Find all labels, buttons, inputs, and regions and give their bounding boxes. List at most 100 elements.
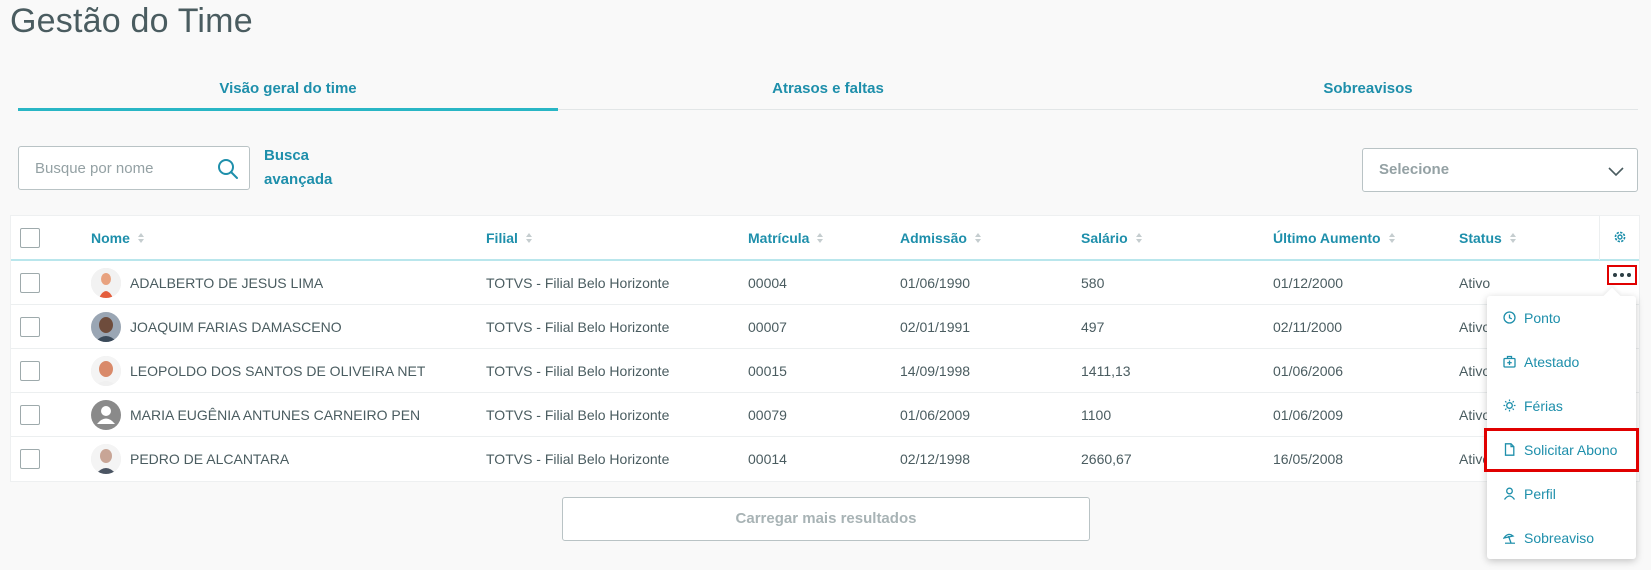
avatar: [91, 356, 121, 386]
avatar: [91, 444, 121, 474]
cell-ultimo-aumento: 01/12/2000: [1273, 275, 1344, 291]
table-row: LEOPOLDO DOS SANTOS DE OLIVEIRA NET TOTV…: [11, 349, 1639, 393]
cell-salario: 1411,13: [1081, 363, 1131, 379]
select-all-checkbox[interactable]: [20, 228, 40, 248]
medical-kit-icon: [1503, 355, 1516, 368]
avatar: [91, 312, 121, 342]
cell-filial: TOTVS - Filial Belo Horizonte: [486, 451, 670, 467]
col-header-nome[interactable]: Nome: [91, 216, 144, 260]
row-actions-button[interactable]: [1607, 265, 1637, 285]
cell-admissao: 01/06/2009: [900, 407, 971, 423]
cell-salario: 1100: [1081, 407, 1112, 423]
employee-table: Nome Filial Matrícula Admissão Salário Ú…: [10, 215, 1640, 482]
cell-ultimo-aumento: 02/11/2000: [1273, 319, 1343, 335]
gear-icon: [1614, 231, 1626, 243]
menu-item-label: Férias: [1524, 398, 1563, 414]
page-title: Gestão do Time: [10, 2, 253, 40]
table-row: PEDRO DE ALCANTARA TOTVS - Filial Belo H…: [11, 437, 1639, 481]
menu-item-label: Atestado: [1524, 354, 1580, 370]
col-header-admissao[interactable]: Admissão: [900, 216, 981, 260]
table-row: ADALBERTO DE JESUS LIMA TOTVS - Filial B…: [11, 261, 1639, 305]
menu-item-sobreaviso[interactable]: Sobreaviso: [1487, 516, 1636, 560]
chevron-down-icon: [1608, 167, 1624, 177]
dot-icon: [1627, 273, 1631, 277]
row-checkbox[interactable]: [20, 317, 40, 337]
menu-item-label: Perfil: [1524, 486, 1556, 502]
cell-ultimo-aumento: 01/06/2009: [1273, 407, 1344, 423]
cell-filial: TOTVS - Filial Belo Horizonte: [486, 275, 670, 291]
cell-nome: LEOPOLDO DOS SANTOS DE OLIVEIRA NET: [130, 363, 426, 379]
sort-icon: [817, 233, 824, 244]
load-more-button[interactable]: Carregar mais resultados: [562, 497, 1090, 541]
menu-item-atestado[interactable]: Atestado: [1487, 340, 1636, 384]
cell-salario: 580: [1081, 275, 1105, 291]
menu-item-label: Ponto: [1524, 310, 1561, 326]
cell-matricula: 00015: [748, 363, 787, 379]
sort-icon: [525, 233, 532, 244]
search-box: [18, 146, 250, 190]
col-header-matricula[interactable]: Matrícula: [748, 216, 824, 260]
cell-ultimo-aumento: 01/06/2006: [1273, 363, 1344, 379]
table-row: JOAQUIM FARIAS DAMASCENO TOTVS - Filial …: [11, 305, 1639, 349]
cell-admissao: 01/06/1990: [900, 275, 971, 291]
document-icon: [1504, 443, 1515, 456]
row-checkbox[interactable]: [20, 405, 40, 425]
sort-icon: [1135, 233, 1142, 244]
search-icon[interactable]: [217, 158, 239, 180]
col-header-status[interactable]: Status: [1459, 216, 1516, 260]
cell-nome: JOAQUIM FARIAS DAMASCENO: [130, 319, 342, 335]
sort-icon: [1509, 233, 1516, 244]
user-icon: [1503, 487, 1516, 500]
filter-select-value: Selecione: [1379, 161, 1450, 178]
col-header-ultimo-aumento[interactable]: Último Aumento: [1273, 216, 1395, 260]
advanced-search-link[interactable]: Busca avançada: [264, 144, 354, 192]
tab-visao-geral[interactable]: Visão geral do time: [18, 70, 558, 111]
cell-admissao: 02/12/1998: [900, 451, 971, 467]
cell-ultimo-aumento: 16/05/2008: [1273, 451, 1344, 467]
row-checkbox[interactable]: [20, 449, 40, 469]
cell-matricula: 00007: [748, 319, 787, 335]
tab-sobreavisos[interactable]: Sobreavisos: [1098, 70, 1638, 109]
menu-item-perfil[interactable]: Perfil: [1487, 472, 1636, 516]
cell-filial: TOTVS - Filial Belo Horizonte: [486, 363, 670, 379]
cell-status: Ativo: [1459, 275, 1491, 291]
cell-filial: TOTVS - Filial Belo Horizonte: [486, 319, 670, 335]
dot-icon: [1620, 273, 1624, 277]
col-header-filial[interactable]: Filial: [486, 216, 532, 260]
sun-icon: [1503, 399, 1516, 412]
search-input[interactable]: [19, 147, 209, 189]
table-settings-button[interactable]: [1599, 216, 1639, 260]
advanced-search-line1: Busca: [264, 147, 310, 164]
table-row: MARIA EUGÊNIA ANTUNES CARNEIRO PEN TOTVS…: [11, 393, 1639, 437]
menu-item-ponto[interactable]: Ponto: [1487, 296, 1636, 340]
sort-icon: [1388, 233, 1395, 244]
menu-item-ferias[interactable]: Férias: [1487, 384, 1636, 428]
tab-bar: Visão geral do time Atrasos e faltas Sob…: [18, 70, 1638, 111]
beach-icon: [1503, 533, 1515, 544]
table-header: Nome Filial Matrícula Admissão Salário Ú…: [11, 216, 1639, 261]
user-placeholder-icon: [97, 406, 115, 424]
cell-matricula: 00079: [748, 407, 787, 423]
filter-select[interactable]: Selecione: [1362, 148, 1638, 192]
cell-admissao: 14/09/1998: [900, 363, 971, 379]
cell-status: Ativo: [1459, 319, 1491, 335]
row-checkbox[interactable]: [20, 273, 40, 293]
cell-nome: ADALBERTO DE JESUS LIMA: [130, 275, 324, 291]
advanced-search-line2: avançada: [264, 171, 333, 188]
avatar: [91, 268, 121, 298]
cell-nome: MARIA EUGÊNIA ANTUNES CARNEIRO PEN: [130, 407, 421, 423]
cell-admissao: 02/01/1991: [900, 319, 971, 335]
tab-atrasos-faltas[interactable]: Atrasos e faltas: [558, 70, 1098, 109]
menu-item-solicitar-abono[interactable]: Solicitar Abono: [1484, 428, 1639, 472]
cell-matricula: 00014: [748, 451, 787, 467]
menu-item-label: Solicitar Abono: [1524, 442, 1618, 458]
menu-item-label: Sobreaviso: [1524, 530, 1595, 546]
sort-icon: [137, 233, 144, 244]
dot-icon: [1613, 273, 1617, 277]
cell-salario: 497: [1081, 319, 1105, 335]
clock-icon: [1503, 311, 1516, 324]
cell-salario: 2660,67: [1081, 451, 1132, 467]
row-checkbox[interactable]: [20, 361, 40, 381]
cell-nome: PEDRO DE ALCANTARA: [130, 451, 290, 467]
col-header-salario[interactable]: Salário: [1081, 216, 1142, 260]
